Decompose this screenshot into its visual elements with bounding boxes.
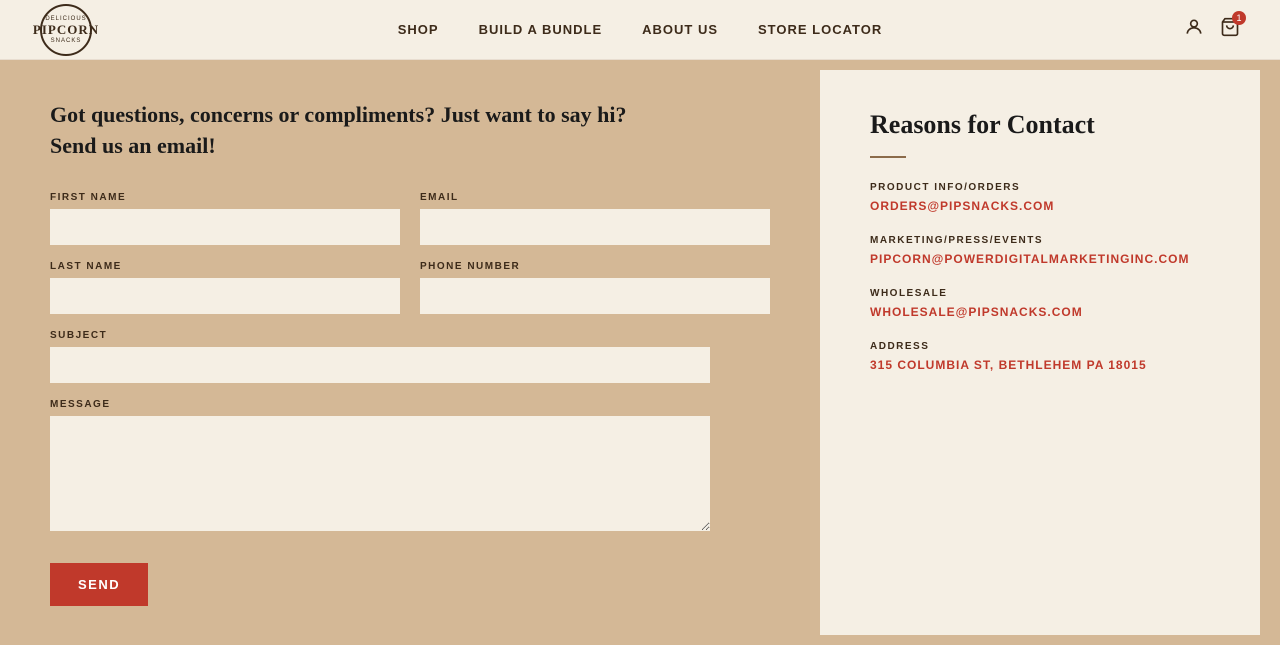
reason-category-marketing: MARKETING/PRESS/EVENTS: [870, 235, 1210, 246]
reason-item-wholesale: WHOLESALE WHOLESALE@PIPSNACKS.COM: [870, 288, 1210, 321]
nav-bundle[interactable]: BUILD A BUNDLE: [479, 22, 603, 37]
send-button[interactable]: SEND: [50, 563, 148, 606]
subject-input[interactable]: [50, 347, 710, 383]
message-group: MESSAGE: [50, 399, 770, 531]
nav-links: SHOP BUILD A BUNDLE ABOUT US STORE LOCAT…: [398, 21, 883, 39]
reason-item-address: ADDRESS 315 COLUMBIA ST, BETHLEHEM PA 18…: [870, 341, 1210, 374]
account-button[interactable]: [1184, 17, 1204, 42]
reason-email-orders[interactable]: ORDERS@PIPSNACKS.COM: [870, 199, 1054, 213]
first-name-group: FIRST NAME: [50, 192, 400, 245]
subject-label: SUBJECT: [50, 330, 770, 341]
nav-icons: 1: [1184, 17, 1240, 42]
main-nav: Delicious PIPCORN Snacks SHOP BUILD A BU…: [0, 0, 1280, 60]
reasons-title: Reasons for Contact: [870, 110, 1210, 140]
message-label: MESSAGE: [50, 399, 770, 410]
form-row-name-email: FIRST NAME EMAIL: [50, 192, 770, 245]
cart-button[interactable]: 1: [1220, 17, 1240, 42]
reasons-divider: [870, 156, 906, 158]
logo[interactable]: Delicious PIPCORN Snacks: [40, 4, 92, 56]
nav-store-locator[interactable]: STORE LOCATOR: [758, 22, 882, 37]
reason-category-wholesale: WHOLESALE: [870, 288, 1210, 299]
subject-group: SUBJECT: [50, 330, 770, 383]
contact-form-area: Got questions, concerns or compliments? …: [0, 60, 820, 645]
first-name-input[interactable]: [50, 209, 400, 245]
nav-shop[interactable]: SHOP: [398, 22, 439, 37]
last-name-group: LAST NAME: [50, 261, 400, 314]
logo-main-text: PIPCORN: [33, 22, 99, 38]
phone-input[interactable]: [420, 278, 770, 314]
nav-about[interactable]: ABOUT US: [642, 22, 718, 37]
form-row-last-phone: LAST NAME PHONE NUMBER: [50, 261, 770, 314]
reason-item-orders: PRODUCT INFO/ORDERS ORDERS@PIPSNACKS.COM: [870, 182, 1210, 215]
email-label: EMAIL: [420, 192, 770, 203]
email-input[interactable]: [420, 209, 770, 245]
email-group: EMAIL: [420, 192, 770, 245]
reason-email-wholesale[interactable]: WHOLESALE@PIPSNACKS.COM: [870, 305, 1083, 319]
cart-badge: 1: [1232, 11, 1246, 25]
last-name-label: LAST NAME: [50, 261, 400, 272]
reason-category-orders: PRODUCT INFO/ORDERS: [870, 182, 1210, 193]
phone-label: PHONE NUMBER: [420, 261, 770, 272]
reason-item-marketing: MARKETING/PRESS/EVENTS PIPCORN@POWERDIGI…: [870, 235, 1210, 268]
main-content: Got questions, concerns or compliments? …: [0, 60, 1280, 645]
first-name-label: FIRST NAME: [50, 192, 400, 203]
last-name-input[interactable]: [50, 278, 400, 314]
phone-group: PHONE NUMBER: [420, 261, 770, 314]
reasons-panel: Reasons for Contact PRODUCT INFO/ORDERS …: [820, 70, 1260, 635]
logo-text-bottom: Snacks: [51, 38, 82, 44]
contact-form: FIRST NAME EMAIL LAST NAME PHONE NUMBER: [50, 192, 770, 606]
reason-address-text: 315 COLUMBIA ST, BETHLEHEM PA 18015: [870, 358, 1147, 372]
message-textarea[interactable]: [50, 416, 710, 531]
form-headline: Got questions, concerns or compliments? …: [50, 100, 770, 162]
reason-email-marketing[interactable]: PIPCORN@POWERDIGITALMARKETINGINC.COM: [870, 252, 1189, 266]
reason-category-address: ADDRESS: [870, 341, 1210, 352]
